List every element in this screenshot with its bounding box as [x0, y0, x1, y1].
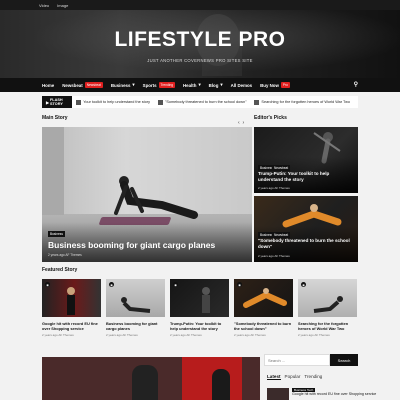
slider-arrows: ‹ › — [238, 120, 244, 126]
main-nav: Home Newsbeat Newsbeat Business ▾ Sports Tr… — [0, 78, 400, 92]
latest-thumb — [267, 388, 289, 400]
nav-item-home[interactable]: Home — [42, 83, 54, 88]
ticker-item[interactable]: Your toolkit to help understand the stor… — [76, 99, 150, 105]
athlete-figure — [243, 288, 287, 308]
featured-story-heading: Featured Story — [42, 267, 78, 273]
site-title[interactable]: LIFESTYLE PRO — [0, 28, 400, 52]
featured-card-title[interactable]: Searching for the forgotten heroes of Wo… — [298, 321, 357, 331]
featured-card-title[interactable]: Google hit with record EU fine over Shop… — [42, 321, 101, 331]
main-story-heading: Main Story — [42, 115, 68, 121]
tab-trending[interactable]: Trending — [304, 374, 322, 380]
featured-card[interactable]: ◉ Searching for the forgotten heroes of … — [298, 279, 357, 337]
trending-badge: Trending — [158, 82, 176, 88]
sidebar-tabs: Latest Popular Trending — [267, 374, 322, 380]
nav-item-blog[interactable]: Blog ▾ — [209, 82, 223, 88]
nav-item-newsbeat[interactable]: Newsbeat Newsbeat — [62, 82, 103, 88]
athlete-figure — [121, 297, 151, 313]
athlete-figure — [313, 296, 343, 313]
editors-pick-card[interactable]: Business Newsbeat "Somebody threatened t… — [254, 196, 358, 262]
flash-label: ▶ FLASH STORY — [42, 96, 73, 108]
search-input[interactable] — [264, 354, 330, 366]
featured-card[interactable]: ◉ "Somebody threatened to burn the schoo… — [234, 279, 293, 337]
chevron-down-icon: ▾ — [198, 82, 201, 87]
site-header: LIFESTYLE PRO JUST ANOTHER COVERNEWS PRO… — [0, 10, 400, 78]
flash-ticker: ▶ FLASH STORY Your toolkit to help under… — [42, 96, 358, 108]
ticker-thumb — [254, 99, 260, 105]
pro-badge: Pro — [280, 82, 290, 88]
nav-item-health[interactable]: Health ▾ — [183, 82, 201, 88]
ticker-item[interactable]: "Somebody threatened to burn the school … — [157, 99, 246, 105]
featured-card-title[interactable]: "Somebody threatened to burn the school … — [234, 321, 293, 331]
sidebar-search: Search — [264, 354, 358, 366]
featured-card-meta: 2 years ago AF Themes — [298, 333, 330, 337]
bottom-feature-image[interactable] — [42, 357, 260, 400]
featured-card[interactable]: ◉ Business booming for giant cargo plane… — [106, 279, 165, 337]
ticker-thumb — [76, 99, 82, 105]
camera-icon: ◉ — [109, 282, 114, 287]
search-button[interactable]: Search — [330, 354, 358, 366]
editors-picks-heading: Editor's Picks — [254, 115, 287, 121]
main-story-card[interactable]: Business Business booming for giant carg… — [42, 127, 252, 262]
featured-card-meta: 2 years ago AF Themes — [106, 333, 138, 337]
ticker-item[interactable]: Searching for the forgotten heroes of Wo… — [254, 99, 350, 105]
featured-card[interactable]: ◉ Google hit with record EU fine over Sh… — [42, 279, 101, 337]
site-tagline: JUST ANOTHER COVERNEWS PRO SITES SITE — [147, 58, 253, 63]
top-bar: Video Image — [0, 0, 400, 10]
main-story-meta: 2 years ago AF Themes — [48, 253, 82, 257]
nav-item-business[interactable]: Business ▾ — [111, 82, 135, 88]
editors-pick-title[interactable]: "Somebody threatened to burn the school … — [258, 238, 354, 249]
athlete-figure — [212, 369, 230, 400]
nav-item-buy-now[interactable]: Buy Now Pro — [260, 82, 290, 88]
featured-card-meta: 2 years ago AF Themes — [234, 333, 266, 337]
editors-pick-meta: 2 years ago AF Themes — [258, 254, 290, 258]
tab-latest[interactable]: Latest — [267, 374, 281, 380]
athlete-figure — [202, 287, 210, 313]
topbar-link-video[interactable]: Video — [39, 3, 49, 8]
camera-icon: ◉ — [237, 282, 242, 287]
tab-popular[interactable]: Popular — [285, 374, 301, 380]
ticker-thumb — [157, 99, 163, 105]
nav-item-all-demos[interactable]: All Demos — [231, 83, 252, 88]
featured-card-meta: 2 years ago AF Themes — [170, 333, 202, 337]
newsbeat-badge: Newsbeat — [84, 82, 103, 88]
chevron-left-icon[interactable]: ‹ — [238, 120, 240, 126]
featured-card-meta: 2 years ago AF Themes — [42, 333, 74, 337]
chevron-right-icon[interactable]: › — [242, 120, 244, 126]
nav-item-sports[interactable]: Sports Trending — [143, 82, 176, 88]
search-icon[interactable]: ⚲ — [354, 81, 358, 88]
editors-pick-meta: 2 years ago AF Themes — [258, 186, 290, 190]
camera-icon: ◉ — [173, 282, 178, 287]
featured-card-title[interactable]: Trump-Putin: Your toolkit to help unders… — [170, 321, 229, 331]
athlete-figure — [67, 287, 75, 315]
editors-pick-title[interactable]: Trump-Putin: Your toolkit to help unders… — [258, 171, 354, 182]
chevron-down-icon: ▾ — [132, 82, 135, 87]
topbar-link-image[interactable]: Image — [57, 3, 68, 8]
camera-icon: ◉ — [45, 282, 50, 287]
latest-title[interactable]: Google hit with record EU fine over Shop… — [292, 392, 376, 396]
featured-card-title[interactable]: Business booming for giant cargo planes — [106, 321, 165, 331]
sidebar-latest-item[interactable]: Business Tech Google hit with record EU … — [267, 388, 376, 400]
camera-icon: ◉ — [301, 282, 306, 287]
main-story-category[interactable]: Business — [48, 231, 65, 237]
editors-pick-card[interactable]: Business Newsbeat Trump-Putin: Your tool… — [254, 127, 358, 193]
featured-cards: ◉ Google hit with record EU fine over Sh… — [42, 279, 358, 337]
featured-card[interactable]: ◉ Trump-Putin: Your toolkit to help unde… — [170, 279, 229, 337]
main-story-title[interactable]: Business booming for giant cargo planes — [48, 240, 215, 250]
chevron-down-icon: ▾ — [220, 82, 223, 87]
athlete-figure — [132, 365, 158, 400]
